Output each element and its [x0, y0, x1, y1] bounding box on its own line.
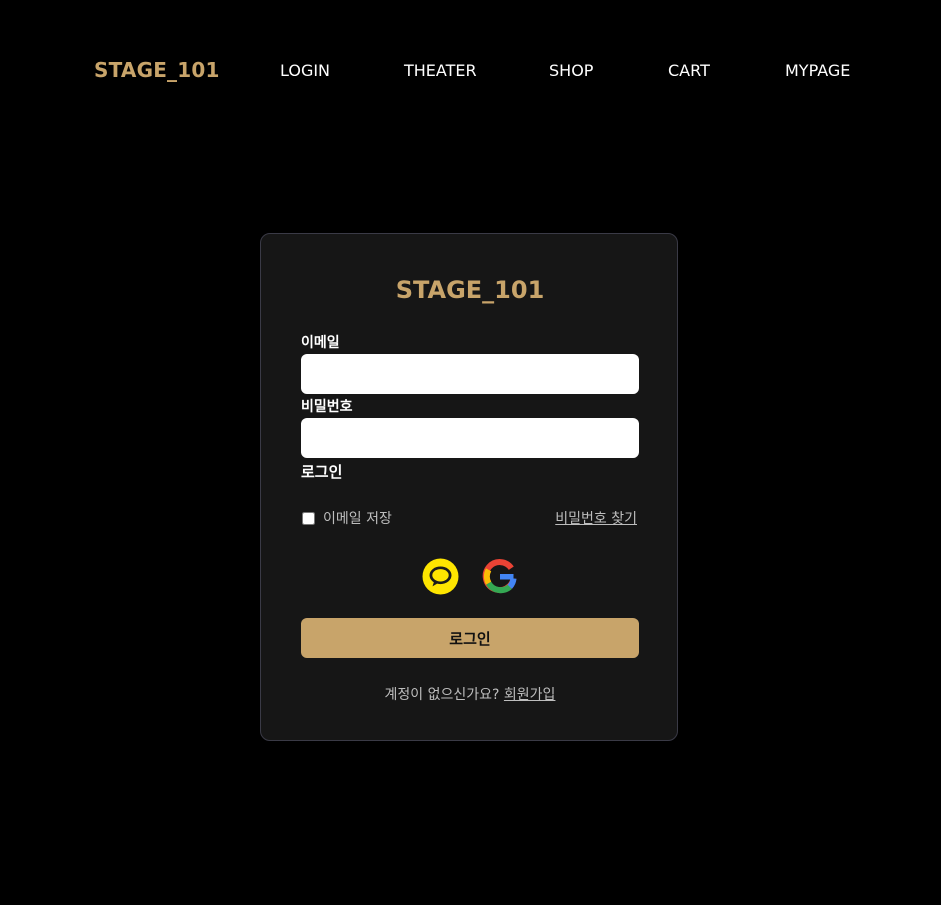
remember-email-row: 이메일 저장 [301, 508, 392, 528]
kakao-icon [422, 558, 459, 595]
top-navigation: STAGE_101 LOGIN THEATER SHOP CART MYPAGE [0, 0, 941, 144]
signup-row: 계정이 없으신가요? 회원가입 [261, 684, 679, 704]
signup-link[interactable]: 회원가입 [504, 687, 556, 703]
email-label: 이메일 [301, 335, 340, 351]
remember-email-checkbox[interactable] [302, 511, 315, 525]
remember-email-label: 이메일 저장 [323, 511, 392, 527]
google-login-button[interactable] [481, 558, 518, 595]
password-field[interactable] [301, 418, 639, 458]
nav-link-theater[interactable]: THEATER [404, 61, 477, 80]
find-password-link[interactable]: 비밀번호 찾기 [555, 508, 637, 528]
password-label: 비밀번호 [301, 399, 353, 415]
login-card: STAGE_101 이메일 비밀번호 로그인 이메일 저장 비밀번호 찾기 로그… [260, 233, 678, 741]
card-title: STAGE_101 [395, 276, 545, 304]
kakao-login-button[interactable] [422, 558, 459, 595]
nav-link-cart[interactable]: CART [668, 61, 710, 80]
nav-link-mypage[interactable]: MYPAGE [785, 61, 850, 80]
login-heading-text: 로그인 [301, 463, 343, 481]
email-field[interactable] [301, 354, 639, 394]
brand-logo[interactable]: STAGE_101 [94, 58, 220, 82]
nav-link-shop[interactable]: SHOP [549, 61, 593, 80]
login-submit-button[interactable]: 로그인 [301, 618, 639, 658]
signup-prompt: 계정이 없으신가요? [384, 687, 500, 703]
google-icon [482, 559, 517, 594]
nav-link-login[interactable]: LOGIN [280, 61, 330, 80]
